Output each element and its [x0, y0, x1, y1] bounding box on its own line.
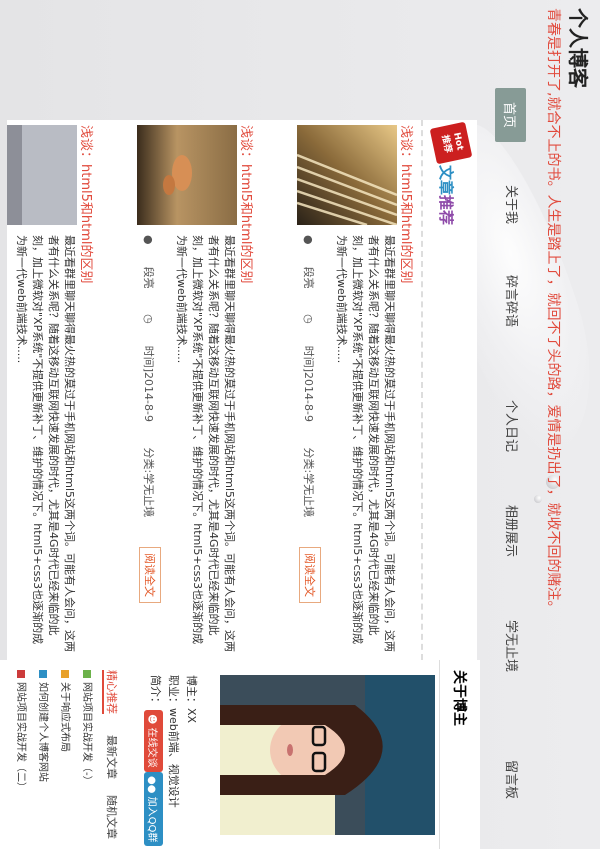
author-icon: ● — [142, 235, 155, 245]
article-thumbnail[interactable] — [137, 125, 237, 225]
hot-icon: Hot 推荐 — [429, 121, 473, 165]
article-item: 浅谈：html5和html的区别 最近看群里聊天聊得最火热的莫过于手机网站和ht… — [97, 120, 257, 660]
author-icon: ● — [302, 235, 315, 245]
clock-icon: ◷ — [302, 314, 315, 324]
article-thumbnail[interactable] — [7, 125, 77, 225]
sidebar-title: 关于博主 — [451, 670, 467, 726]
blogger-name: 博主：XX — [185, 675, 198, 724]
square-icon — [83, 670, 91, 678]
sidebar-header: 关于博主 — [439, 660, 480, 849]
nav-guestbook[interactable]: 留言板 — [503, 760, 522, 799]
square-icon — [39, 670, 47, 678]
article-category[interactable]: 分类:学无止境 — [142, 447, 155, 517]
tab-latest[interactable]: 最新文章 — [104, 735, 120, 779]
blogger-job: 职业：web前端、视觉设计 — [167, 675, 180, 808]
nav-diary[interactable]: 个人日记 — [503, 400, 522, 452]
read-more-button[interactable]: 阅读全文 — [139, 547, 161, 603]
article-item: 浅谈：html5和html的区别 最近看群里聊天聊得最火热的莫过于手机网站和ht… — [257, 120, 417, 660]
article-title[interactable]: 浅谈：html5和html的区别 — [78, 125, 97, 284]
nav-home[interactable]: 首页 — [495, 88, 526, 143]
sidebar-list-item[interactable]: 网站项目实战开发（-） — [81, 670, 96, 786]
article-panel: Hot 推荐 文章推荐 浅谈：html5和html的区别 最近看群里聊天聊得最火热… — [7, 120, 477, 660]
sidebar-list-item[interactable]: 网站项目实战开发（二） — [15, 670, 30, 792]
sidebar: 关于博主 博主：XX 职业：web前端、视觉设计 简介： ☻ 在线交谈 ●● 加… — [0, 660, 480, 849]
section-label: 文章推荐 — [437, 165, 455, 226]
article-meta: ● 段亮 ◷ 时间]2014-8-9 分类:学无止境 — [141, 235, 157, 539]
square-icon — [17, 670, 25, 678]
tab-random[interactable]: 随机文章 — [104, 795, 120, 839]
blogger-photo — [220, 675, 435, 835]
sidebar-list-item[interactable]: 关于响应式布局 — [59, 670, 74, 752]
nav-album[interactable]: 相册展示 — [503, 505, 522, 557]
article-time: 时间]2014-8-9 — [142, 345, 155, 422]
article-excerpt: 最近看群里聊天聊得最火热的莫过于手机网站和html5这两个词。可能有人会问，这两… — [15, 235, 76, 653]
section-divider — [421, 120, 423, 660]
nav-about[interactable]: 关于我 — [503, 185, 522, 224]
read-more-button[interactable]: 阅读全文 — [299, 547, 321, 603]
article-excerpt: 最近看群里聊天聊得最火热的莫过于手机网站和html5这两个词。可能有人会问，这两… — [175, 235, 236, 653]
article-title[interactable]: 浅谈：html5和html的区别 — [238, 125, 257, 284]
article-thumbnail[interactable] — [297, 125, 397, 225]
square-icon — [61, 670, 69, 678]
site-motto: 青春是打开了,就合不上的书。人生是踏上了，就回不了头的路，爱情是扔出了，就收不回… — [545, 8, 561, 615]
chat-button[interactable]: ☻ 在线交谈 — [144, 710, 163, 772]
clock-icon: ◷ — [142, 314, 155, 324]
site-title: 个人博客 — [566, 8, 590, 88]
article-category[interactable]: 分类:学无止境 — [302, 447, 315, 517]
water-drop-decoration — [534, 495, 542, 503]
article-excerpt: 最近看群里聊天聊得最火热的莫过于手机网站和html5这两个词。可能有人会问，这两… — [335, 235, 396, 653]
article-author: 段亮 — [302, 266, 315, 289]
sidebar-list-item[interactable]: 如何创建个人博客网站 — [37, 670, 52, 782]
article-meta: ● 段亮 ◷ 时间]2014-8-9 分类:学无止境 — [301, 235, 317, 539]
article-item: 浅谈：html5和html的区别 最近看群里聊天聊得最火热的莫过于手机网站和ht… — [7, 120, 97, 660]
nav-learning[interactable]: 学无止境 — [503, 620, 522, 672]
group-icon: ●● — [146, 776, 157, 794]
main-nav: 首页 关于我 碎言碎语 个人日记 相册展示 学无止境 留言板 — [490, 0, 530, 849]
article-author: 段亮 — [142, 266, 155, 289]
article-time: 时间]2014-8-9 — [302, 345, 315, 422]
sidebar-tabs: 精心推荐 最新文章 随机文章 网站项目实战开发（-） 关于响应式布局 如何创建个… — [0, 660, 120, 849]
join-qq-group-button[interactable]: ●● 加入QQ群 — [144, 772, 163, 847]
tab-recommended[interactable]: 精心推荐 — [102, 670, 120, 714]
nav-notes[interactable]: 碎言碎语 — [503, 275, 522, 327]
article-title[interactable]: 浅谈：html5和html的区别 — [398, 125, 417, 284]
qq-icon: ☻ — [146, 714, 157, 725]
blog-page: 个人博客 青春是打开了,就合不上的书。人生是踏上了，就回不了头的路，爱情是扔出了… — [0, 0, 600, 849]
